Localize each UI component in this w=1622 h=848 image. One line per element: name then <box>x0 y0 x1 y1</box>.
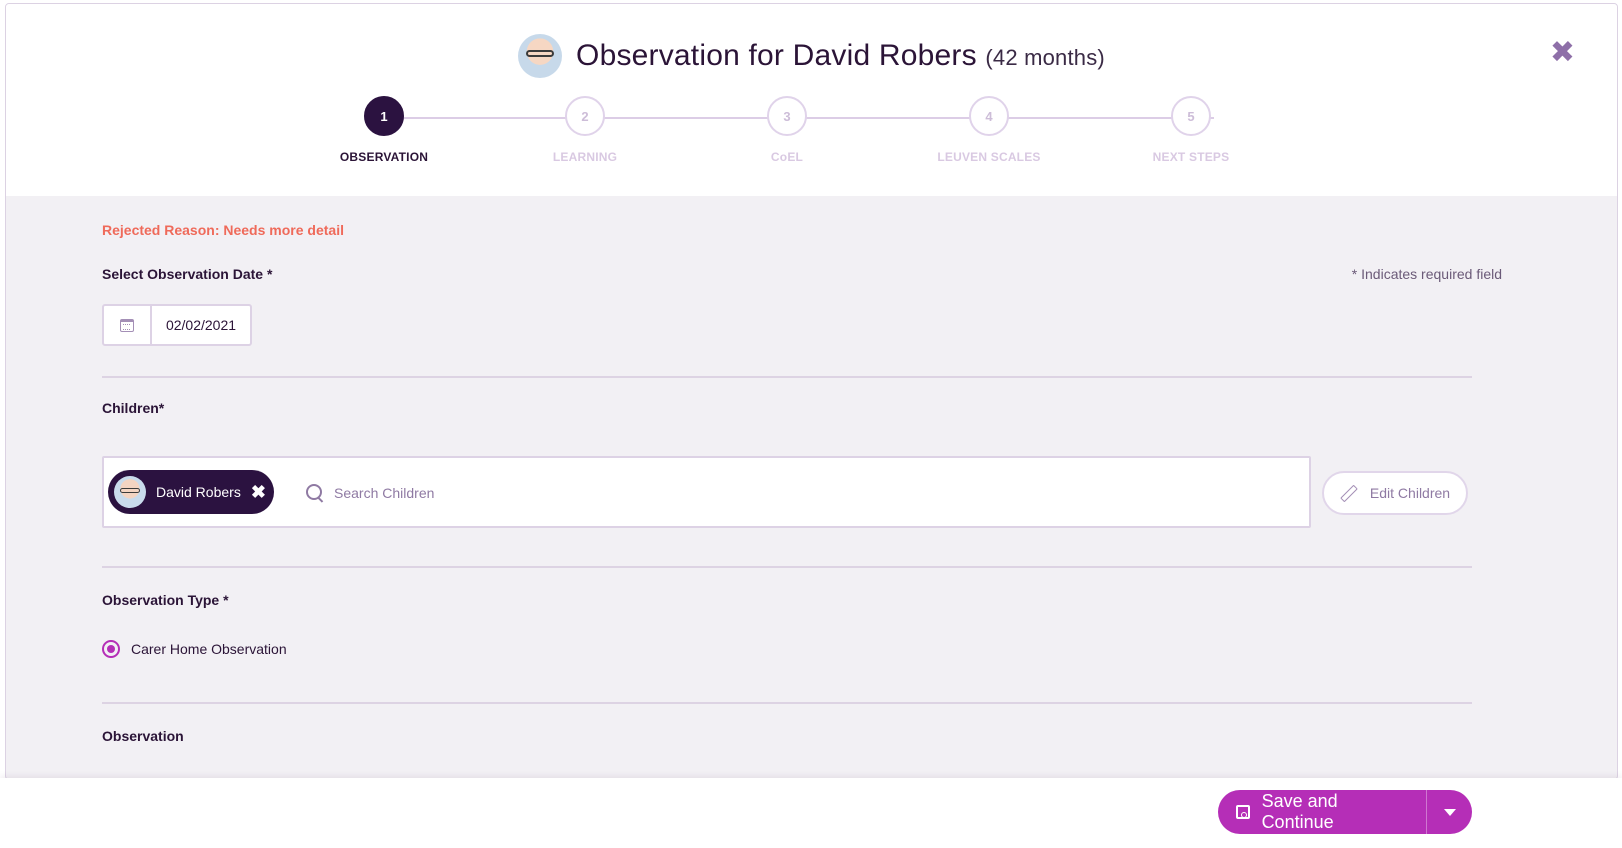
step-learning[interactable]: 2 LEARNING <box>505 96 665 164</box>
save-and-continue-button[interactable]: Save and Continue <box>1218 790 1408 834</box>
title-prefix: Observation for <box>576 39 785 72</box>
observation-type-radio[interactable] <box>102 640 120 658</box>
date-picker-button[interactable] <box>104 306 152 344</box>
observation-label: Observation <box>102 728 184 744</box>
pencil-icon <box>1340 485 1356 501</box>
step-number: 4 <box>969 96 1009 136</box>
search-children-input[interactable] <box>332 478 1236 508</box>
children-label: Children* <box>102 400 165 416</box>
selected-child-chip: David Robers ✖ <box>108 470 274 514</box>
save-options-dropdown[interactable] <box>1427 808 1472 816</box>
step-label: NEXT STEPS <box>1152 150 1230 164</box>
save-icon <box>1236 805 1250 819</box>
section-divider <box>102 376 1472 378</box>
search-icon <box>306 484 322 500</box>
edit-children-button[interactable]: Edit Children <box>1322 471 1468 515</box>
page-title: Observation for David Robers (42 months) <box>6 34 1617 78</box>
progress-stepper: 1 OBSERVATION 2 LEARNING 3 CoEL 4 LEUVEN… <box>340 96 1254 176</box>
step-leuven-scales[interactable]: 4 LEUVEN SCALES <box>909 96 1069 164</box>
save-label: Save and Continue <box>1261 791 1338 832</box>
step-label: OBSERVATION <box>339 150 429 164</box>
required-note: * Indicates required field <box>1351 266 1502 282</box>
calendar-icon <box>120 318 134 332</box>
save-and-continue-button-group: Save and Continue <box>1218 790 1472 834</box>
modal-header: Observation for David Robers (42 months)… <box>6 4 1617 196</box>
child-avatar <box>518 34 563 78</box>
date-picker[interactable]: 02/02/2021 <box>102 304 252 346</box>
section-divider <box>102 566 1472 568</box>
step-label: LEUVEN SCALES <box>937 150 1041 164</box>
step-next-steps[interactable]: 5 NEXT STEPS <box>1111 96 1271 164</box>
section-divider <box>102 702 1472 704</box>
date-value[interactable]: 02/02/2021 <box>152 306 250 344</box>
step-coel[interactable]: 3 CoEL <box>707 96 867 164</box>
date-label: Select Observation Date * <box>102 266 273 282</box>
title-text: Observation for David Robers (42 months) <box>576 39 1105 73</box>
children-selector[interactable]: David Robers ✖ <box>102 456 1311 528</box>
observation-type-label: Observation Type * <box>102 592 229 608</box>
caret-down-icon <box>1443 808 1456 816</box>
observation-modal: Observation for David Robers (42 months)… <box>5 3 1618 780</box>
observation-type-option[interactable]: Carer Home Observation <box>102 640 287 658</box>
title-child-age: (42 months) <box>985 45 1105 70</box>
title-child-name: David Robers <box>792 39 977 72</box>
observation-type-option-label: Carer Home Observation <box>131 641 287 657</box>
step-observation[interactable]: 1 OBSERVATION <box>304 96 464 164</box>
footer-bar: Save and Continue <box>0 778 1622 848</box>
avatar <box>114 476 146 508</box>
edit-children-label: Edit Children <box>1369 485 1451 501</box>
close-icon[interactable]: ✖ <box>1550 38 1575 68</box>
step-number: 3 <box>767 96 807 136</box>
rejected-reason: Rejected Reason: Needs more detail <box>102 222 344 238</box>
step-number: 5 <box>1171 96 1211 136</box>
remove-child-icon[interactable]: ✖ <box>251 482 266 503</box>
step-label: LEARNING <box>552 150 618 164</box>
step-label: CoEL <box>770 150 804 164</box>
chip-label: David Robers <box>156 484 241 500</box>
step-number: 2 <box>565 96 605 136</box>
step-number: 1 <box>364 96 404 136</box>
